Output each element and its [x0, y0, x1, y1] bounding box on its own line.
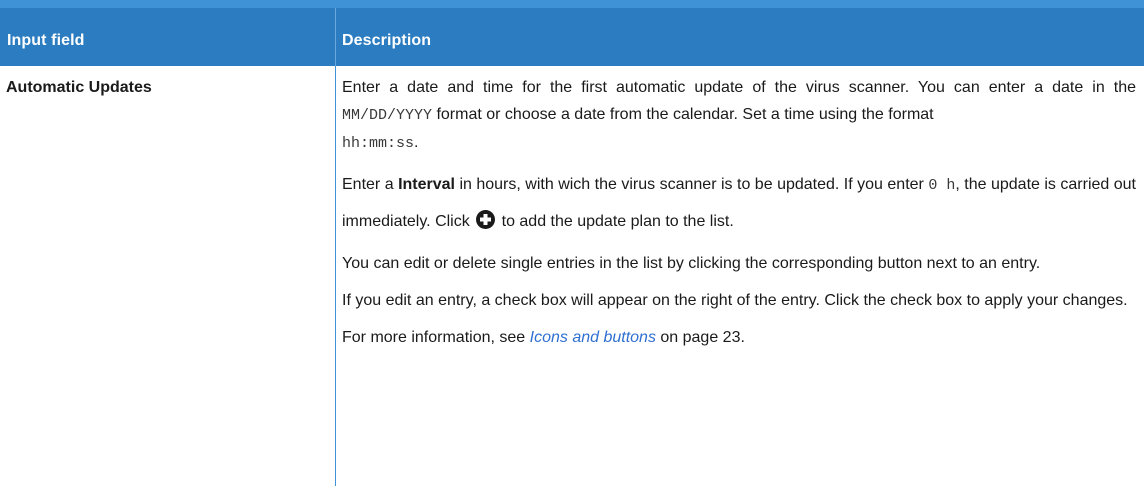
description-paragraph-2: Enter a Interval in hours, with wich the… — [342, 167, 1136, 240]
header-description: Description — [342, 32, 432, 49]
text: in hours, with wich the virus scanner is… — [454, 176, 929, 193]
time-format-code: hh:mm:ss — [342, 135, 415, 152]
icons-and-buttons-link[interactable]: Icons and buttons — [530, 329, 656, 346]
text: format or choose a date from the calenda… — [432, 106, 934, 123]
date-format-code: MM/DD/YYYY — [342, 107, 433, 124]
zero-hours-code: 0 h — [928, 177, 956, 194]
text: Enter a date and time for the first auto… — [342, 79, 1136, 96]
field-description: Enter a date and time for the first auto… — [342, 74, 1136, 361]
description-paragraph-4: If you edit an entry, a check box will a… — [342, 292, 1128, 309]
column-divider — [335, 66, 336, 486]
text: Enter a — [342, 176, 399, 193]
field-name-automatic-updates: Automatic Updates — [6, 79, 152, 96]
text: . — [414, 134, 419, 151]
text: to add the update plan to the list. — [497, 213, 734, 230]
text: For more information, see — [342, 329, 530, 346]
table-header: Input field Description — [0, 0, 1144, 66]
text: on page 23. — [655, 329, 745, 346]
description-paragraph-3: You can edit or delete single entries in… — [342, 255, 1041, 272]
header-divider — [335, 8, 336, 66]
interval-term: Interval — [398, 176, 455, 193]
header-input-field: Input field — [7, 32, 85, 49]
parameter-table: Input field Description Automatic Update… — [0, 0, 1144, 486]
description-paragraph-1: Enter a date and time for the first auto… — [342, 74, 1136, 157]
description-paragraph-5: For more information, see Icons and butt… — [342, 324, 1136, 351]
plus-circle-icon — [476, 207, 496, 229]
